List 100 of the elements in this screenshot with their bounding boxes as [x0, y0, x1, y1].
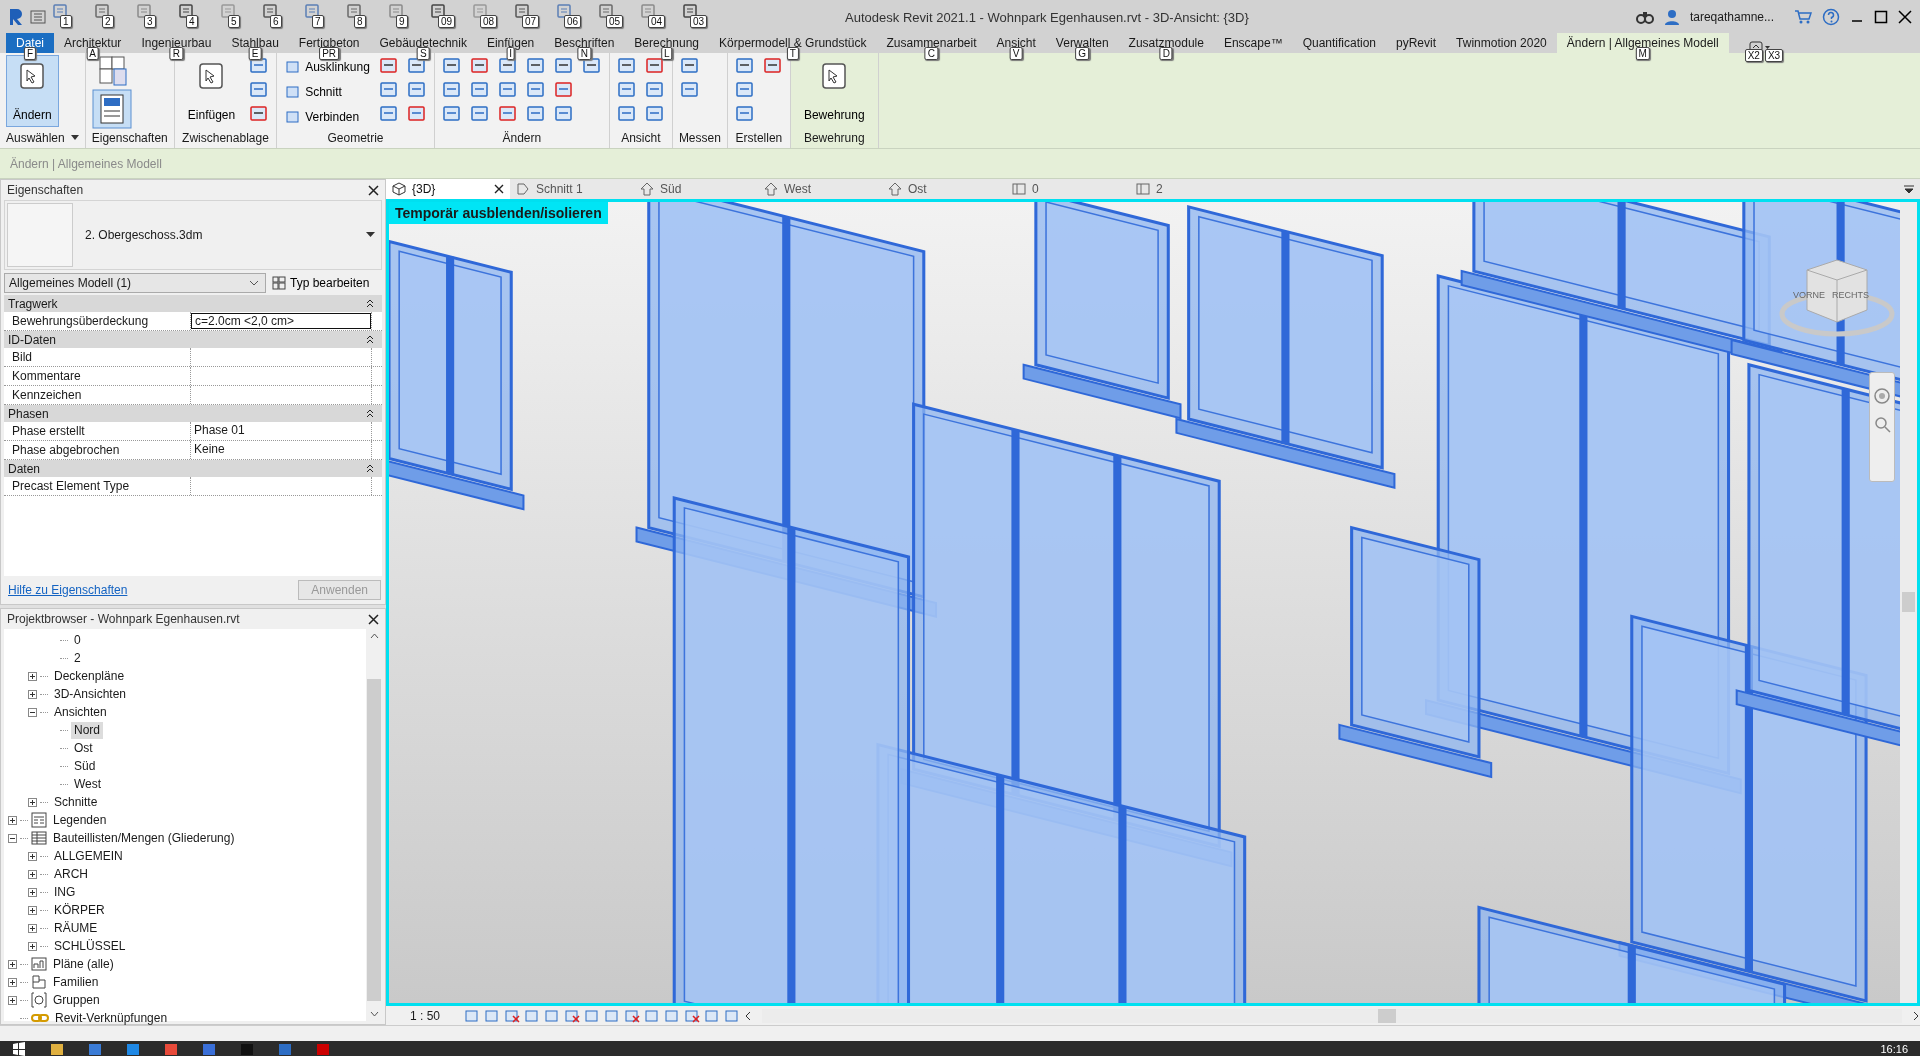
- expander-icon[interactable]: [28, 707, 37, 717]
- browser-item[interactable]: 3D-Ansichten: [51, 685, 130, 703]
- 3d-view-canvas[interactable]: Temporär ausblenden/isolieren VORNE RECHTS: [386, 199, 1920, 1007]
- help-link[interactable]: Hilfe zu Eigenschaften: [8, 583, 128, 597]
- chevron-down-icon[interactable]: [369, 1011, 379, 1017]
- property-value-field[interactable]: c=2.0cm <2,0 cm>: [191, 313, 371, 329]
- dropdown-arrow-icon[interactable]: [366, 232, 375, 238]
- browser-item[interactable]: Ansichten: [51, 703, 110, 721]
- property-group-header[interactable]: ID-Daten: [4, 331, 382, 348]
- view-tab[interactable]: Süd: [634, 179, 758, 199]
- view-control-icon[interactable]: [504, 1008, 520, 1023]
- windows-start-icon[interactable]: [12, 1041, 26, 1056]
- expander-icon[interactable]: [28, 851, 37, 861]
- taskbar-app-icon[interactable]: [202, 1042, 216, 1055]
- collapse-icon[interactable]: [366, 335, 374, 344]
- browser-item[interactable]: ALLGEMEIN: [51, 847, 126, 865]
- properties-icon[interactable]: [91, 89, 132, 129]
- scrollbar[interactable]: [1900, 202, 1917, 1004]
- expander-icon[interactable]: [8, 977, 17, 987]
- view-control-icon[interactable]: [684, 1008, 700, 1023]
- cart-icon[interactable]: [1794, 9, 1812, 25]
- ribbon-button[interactable]: Ändern: [6, 55, 59, 127]
- expander-icon[interactable]: [28, 689, 37, 699]
- expander-icon[interactable]: [28, 869, 37, 879]
- property-group-header[interactable]: Phasen: [4, 405, 382, 422]
- view-tab[interactable]: 0: [1006, 179, 1130, 199]
- browser-item[interactable]: Legenden: [50, 811, 110, 829]
- ribbon-tab[interactable]: Twinmotion 2020: [1446, 33, 1557, 53]
- ribbon-tab[interactable]: Enscape™: [1213, 33, 1293, 53]
- close-icon[interactable]: [494, 184, 504, 194]
- filter-dropdown[interactable]: Allgemeines Modell (1): [4, 273, 266, 293]
- browser-item[interactable]: ING: [51, 883, 79, 901]
- chevron-up-icon[interactable]: [369, 633, 379, 639]
- browser-item[interactable]: Süd: [71, 757, 99, 775]
- expander-icon[interactable]: [8, 833, 17, 843]
- expander-icon[interactable]: [28, 923, 37, 933]
- scrollbar[interactable]: [366, 629, 382, 1021]
- tab-menu-icon[interactable]: [1904, 185, 1914, 193]
- app-logo-icon[interactable]: [8, 8, 24, 26]
- view-control-icon[interactable]: [564, 1008, 580, 1023]
- browser-item[interactable]: Ost: [71, 739, 96, 757]
- expander-icon[interactable]: [8, 959, 17, 969]
- ribbon-button[interactable]: Schnitt: [283, 80, 344, 103]
- viewcube-face-label[interactable]: VORNE: [1793, 290, 1825, 300]
- chevron-left-icon[interactable]: [744, 1010, 752, 1021]
- taskbar-app-icon[interactable]: [50, 1042, 64, 1055]
- expander-icon[interactable]: [28, 671, 37, 681]
- browser-item[interactable]: Schnitte: [51, 793, 101, 811]
- binoculars-icon[interactable]: [1635, 9, 1654, 25]
- edit-type-button[interactable]: Typ bearbeiten: [272, 276, 370, 290]
- taskbar-app-icon[interactable]: [126, 1042, 140, 1055]
- property-group-header[interactable]: Tragwerk: [4, 295, 382, 312]
- scrollbar[interactable]: [762, 1008, 1902, 1023]
- view-tab[interactable]: Schnitt 1: [510, 179, 634, 199]
- view-tab[interactable]: West: [758, 179, 882, 199]
- browser-item[interactable]: ARCH: [51, 865, 91, 883]
- browser-item[interactable]: Pläne (alle): [50, 955, 117, 973]
- collapse-icon[interactable]: [366, 299, 374, 308]
- view-scale[interactable]: 1 : 50: [410, 1008, 460, 1023]
- browser-item[interactable]: Gruppen: [50, 991, 103, 1009]
- expander-icon[interactable]: [8, 815, 17, 825]
- user-name[interactable]: tareqathamne...: [1689, 10, 1774, 24]
- expander-icon[interactable]: [28, 905, 37, 915]
- viewcube-face-label[interactable]: RECHTS: [1832, 290, 1869, 300]
- browser-item[interactable]: Nord: [71, 721, 103, 739]
- close-icon[interactable]: [368, 184, 379, 196]
- view-control-icon[interactable]: [624, 1008, 640, 1023]
- property-value[interactable]: Phase 01: [191, 422, 371, 440]
- maximize-icon[interactable]: [1874, 10, 1888, 24]
- view-tab[interactable]: {3D}: [386, 179, 510, 199]
- chevron-right-icon[interactable]: [1912, 1010, 1920, 1021]
- ribbon-button[interactable]: Bewehrung: [796, 55, 872, 127]
- view-tab[interactable]: 2: [1130, 179, 1254, 199]
- browser-item[interactable]: Familien: [50, 973, 102, 991]
- taskbar-app-icon[interactable]: [88, 1042, 102, 1055]
- close-icon[interactable]: [368, 613, 379, 625]
- type-selector[interactable]: 2. Obergeschoss.3dm: [4, 200, 382, 270]
- collapse-icon[interactable]: [366, 409, 374, 418]
- zoom-icon[interactable]: [1873, 415, 1891, 433]
- browser-item[interactable]: West: [71, 775, 105, 793]
- dropdown-arrow-icon[interactable]: [70, 134, 79, 141]
- browser-item[interactable]: 0: [71, 631, 84, 649]
- collapse-icon[interactable]: [366, 464, 374, 473]
- chevron-down-icon[interactable]: [249, 280, 259, 286]
- close-icon[interactable]: [1898, 10, 1912, 24]
- property-group-header[interactable]: Daten: [4, 460, 382, 477]
- taskbar-app-icon[interactable]: [164, 1042, 178, 1055]
- edit-type-icon[interactable]: [272, 276, 286, 290]
- help-icon[interactable]: [1822, 8, 1840, 26]
- browser-item[interactable]: RÄUME: [51, 919, 101, 937]
- expander-icon[interactable]: [28, 887, 37, 897]
- browser-item[interactable]: Deckenpläne: [51, 667, 128, 685]
- browser-item[interactable]: 2: [71, 649, 84, 667]
- browser-item[interactable]: SCHLÜSSEL: [51, 937, 129, 955]
- ribbon-tab[interactable]: pyRevit: [1386, 33, 1447, 53]
- browser-item[interactable]: KÖRPER: [51, 901, 108, 919]
- steering-wheel-icon[interactable]: [1873, 387, 1891, 405]
- view-tab[interactable]: Ost: [882, 179, 1006, 199]
- property-value[interactable]: Keine: [191, 441, 371, 459]
- expander-icon[interactable]: [8, 995, 17, 1005]
